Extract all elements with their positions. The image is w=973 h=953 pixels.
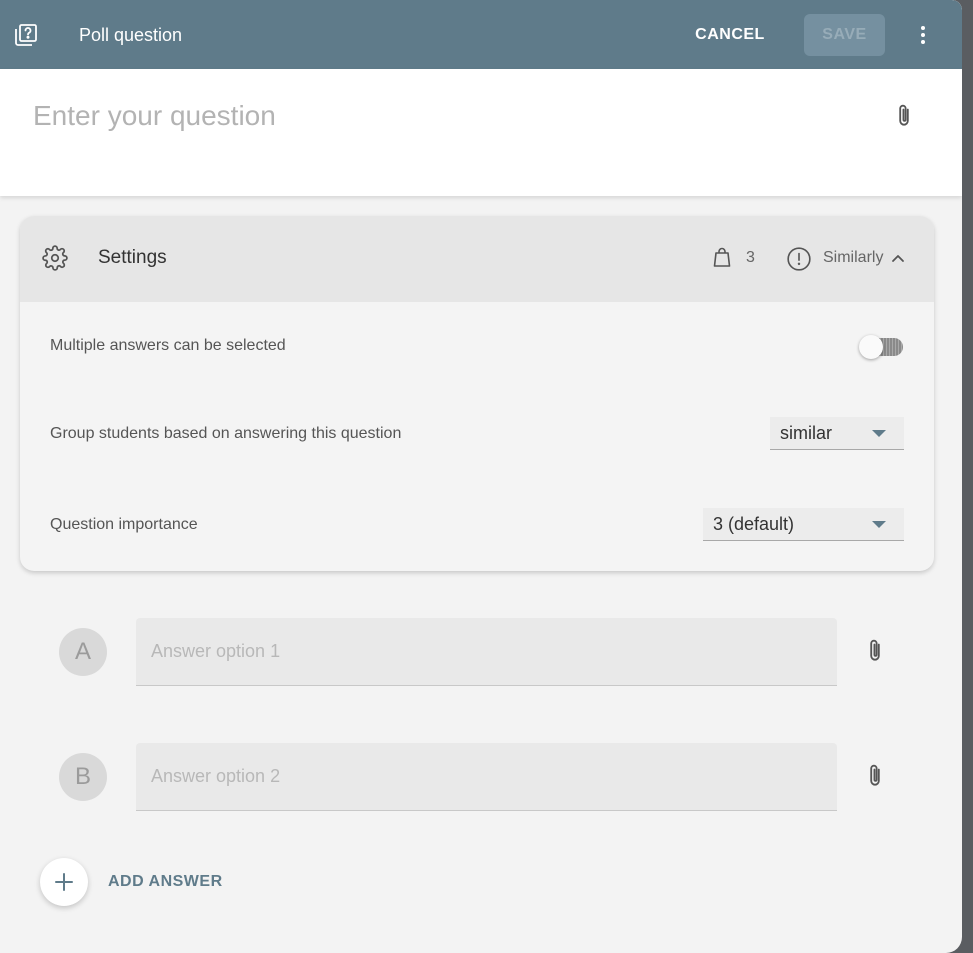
answer-letter-badge: A: [59, 628, 107, 676]
grouping-badge: Similarly: [823, 249, 884, 266]
importance-label: Question importance: [50, 516, 198, 533]
importance-select-value: 3 (default): [713, 514, 795, 534]
answer-option-input[interactable]: [136, 618, 837, 686]
quiz-icon: [14, 23, 38, 47]
grouping-label: Group students based on answering this q…: [50, 425, 402, 442]
chevron-up-icon[interactable]: [890, 250, 906, 266]
dropdown-arrow-icon: [872, 521, 886, 528]
answer-letter-badge: B: [59, 753, 107, 801]
paperclip-icon[interactable]: [862, 763, 888, 789]
toggle-knob: [859, 335, 883, 359]
question-area: [0, 69, 962, 196]
more-vertical-icon[interactable]: [911, 23, 935, 47]
grouping-select[interactable]: similar: [770, 417, 904, 450]
gear-icon: [42, 245, 68, 271]
settings-header[interactable]: Settings 3 Similarly: [20, 216, 934, 302]
poll-question-dialog: Poll question CANCEL SAVE Settings: [0, 0, 962, 953]
add-answer-label[interactable]: ADD ANSWER: [108, 873, 223, 891]
add-answer-button[interactable]: [40, 858, 88, 906]
paperclip-icon[interactable]: [862, 638, 888, 664]
settings-card: Settings 3 Similarly Multiple answers ca…: [20, 216, 934, 571]
info-icon: [786, 246, 812, 272]
dialog-header: Poll question CANCEL SAVE: [0, 0, 962, 69]
importance-badge: 3: [746, 249, 755, 266]
answer-option-input[interactable]: [136, 743, 837, 811]
plus-icon: [55, 873, 73, 891]
importance-select[interactable]: 3 (default): [703, 508, 904, 541]
grouping-select-value: similar: [780, 423, 832, 443]
cancel-button[interactable]: CANCEL: [683, 17, 777, 53]
dialog-title: Poll question: [79, 25, 183, 45]
paperclip-icon[interactable]: [891, 103, 917, 129]
weight-icon: [710, 246, 734, 270]
save-button[interactable]: SAVE: [804, 14, 885, 56]
settings-title: Settings: [98, 247, 167, 268]
dropdown-arrow-icon: [872, 430, 886, 437]
question-input[interactable]: [33, 97, 853, 135]
multiple-answers-toggle[interactable]: [859, 334, 905, 360]
multiple-answers-label: Multiple answers can be selected: [50, 337, 286, 354]
